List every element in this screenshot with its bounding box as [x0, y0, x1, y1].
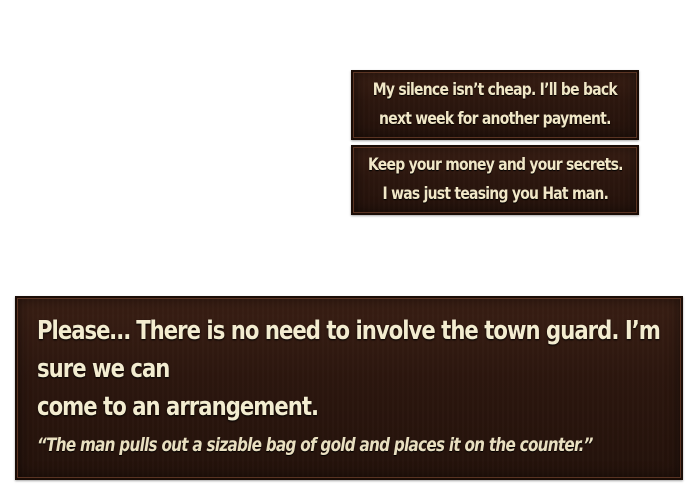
- dialogue-choice-2-text: Keep your money and your secrets. I was …: [367, 151, 624, 209]
- dialogue-choice-2[interactable]: Keep your money and your secrets. I was …: [351, 145, 639, 215]
- choice-2-line-2: I was just teasing you Hat man.: [382, 184, 608, 204]
- dialogue-speech: Please… There is no need to involve the …: [37, 312, 681, 426]
- speech-line-2: come to an arrangement.: [37, 392, 319, 422]
- choice-1-line-1: My silence isn’t cheap. I’ll be back: [372, 80, 618, 100]
- choice-1-line-2: next week for another payment.: [379, 109, 611, 129]
- dialogue-choice-1-text: My silence isn’t cheap. I’ll be back nex…: [372, 76, 618, 134]
- speech-line-1: Please… There is no need to involve the …: [37, 316, 661, 384]
- dialogue-narration: “The man pulls out a sizable bag of gold…: [37, 434, 593, 456]
- dialogue-box: Please… There is no need to involve the …: [15, 296, 683, 480]
- game-screen: My silence isn’t cheap. I’ll be back nex…: [0, 0, 700, 500]
- dialogue-choice-1[interactable]: My silence isn’t cheap. I’ll be back nex…: [351, 70, 639, 140]
- choice-2-line-1: Keep your money and your secrets.: [367, 155, 624, 175]
